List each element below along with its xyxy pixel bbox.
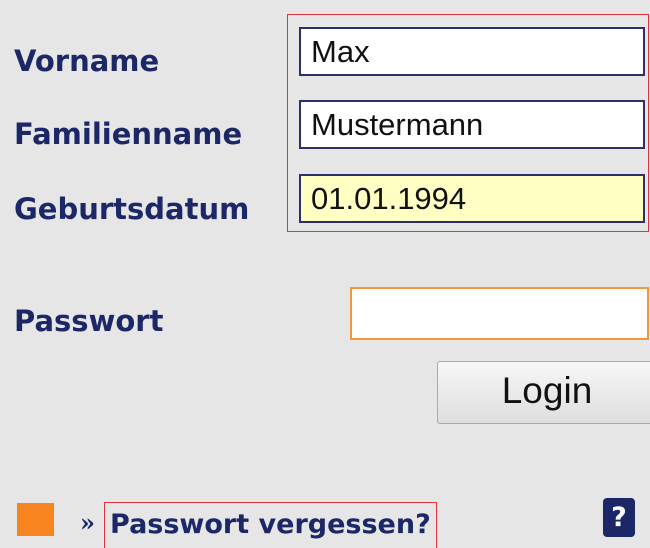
double-arrow-icon: » — [80, 508, 95, 537]
orange-bullet-icon — [17, 503, 54, 536]
birth-date-label: Geburtsdatum — [14, 192, 250, 226]
help-icon[interactable]: ? — [603, 498, 635, 537]
password-field[interactable] — [350, 287, 649, 340]
birth-date-field[interactable]: 01.01.1994 — [299, 174, 645, 223]
first-name-label: Vorname — [14, 44, 160, 78]
first-name-field[interactable]: Max — [299, 27, 645, 76]
login-button[interactable]: Login — [437, 361, 650, 424]
password-label: Passwort — [14, 304, 164, 338]
forgot-password-link[interactable]: Passwort vergessen? — [104, 502, 437, 548]
last-name-label: Familienname — [14, 117, 243, 151]
last-name-field[interactable]: Mustermann — [299, 100, 645, 149]
